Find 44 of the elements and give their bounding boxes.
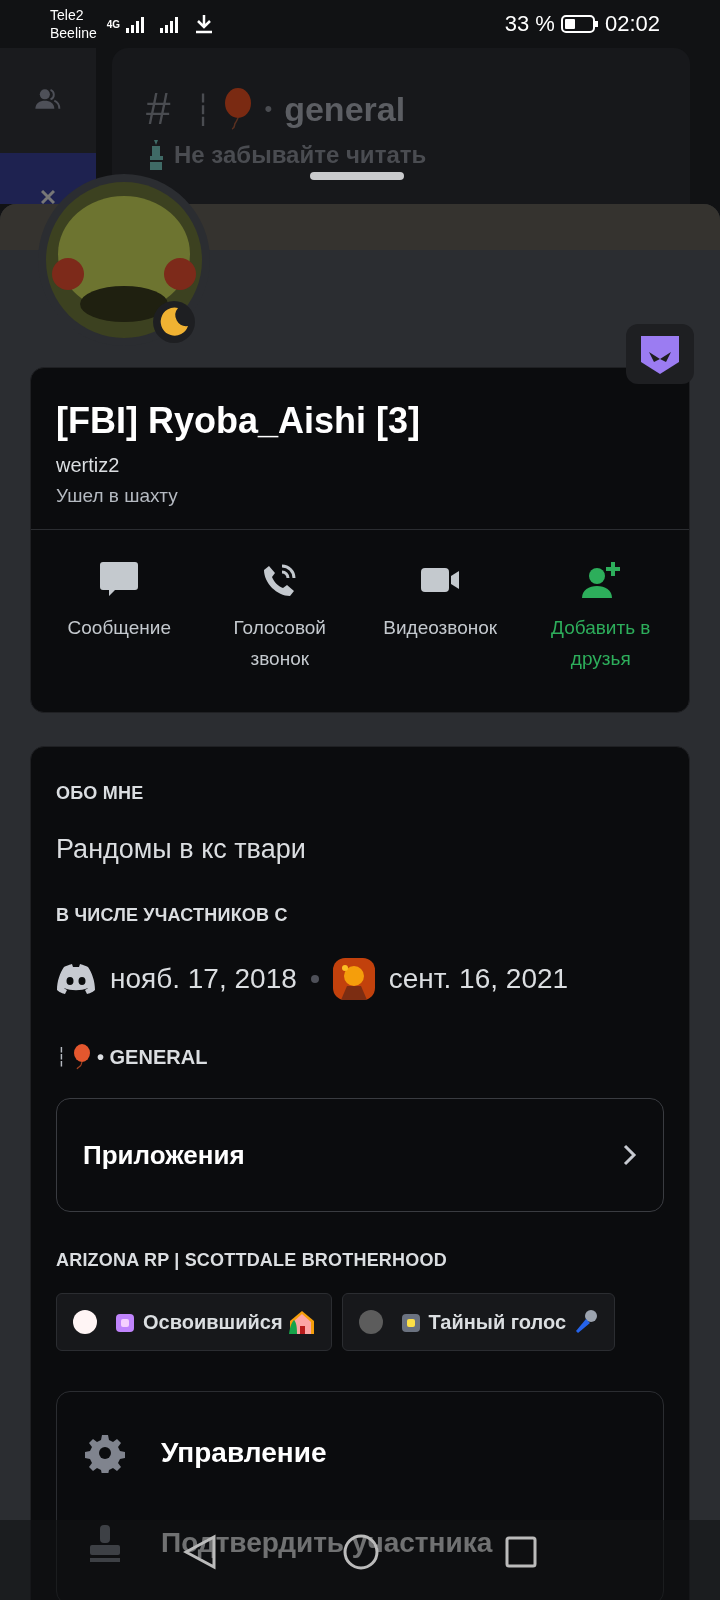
- balloon-icon: [73, 1044, 91, 1070]
- display-name: [FBI] Ryoba_Aishi [3]: [56, 400, 422, 442]
- custom-status: Ушел в шахту: [56, 485, 179, 507]
- menu-item[interactable]: Управление: [85, 1408, 635, 1498]
- channel-dot: •: [264, 96, 273, 122]
- recents-icon[interactable]: [505, 1536, 537, 1568]
- action-button[interactable]: Добавить в друзья: [520, 560, 681, 674]
- action-button[interactable]: Голосовой звонок: [199, 560, 360, 674]
- server-name: ARIZONA RP | SCOTTDALE BROTHERHOOD: [56, 1250, 448, 1271]
- server-icon: [332, 958, 375, 1000]
- channel-divider: ┆: [56, 1046, 67, 1068]
- channel-divider: ┆: [194, 91, 213, 127]
- about-text: Рандомы в кс твари: [56, 834, 307, 865]
- battery-percent: 33 %: [504, 11, 555, 37]
- download-icon: [194, 14, 215, 34]
- server-join-date: сент. 16, 2021: [388, 963, 569, 995]
- balloon-icon: [224, 88, 253, 130]
- drag-handle[interactable]: [310, 172, 404, 180]
- clock: 02:02: [604, 11, 660, 37]
- add-person-icon: [580, 560, 621, 600]
- action-button[interactable]: Сообщение: [39, 560, 200, 674]
- close-icon: [41, 190, 55, 204]
- discord-join-date: нояб. 17, 2018: [110, 963, 297, 995]
- settings-icon: [85, 1433, 125, 1473]
- battery-icon: [560, 14, 599, 34]
- channel-name: general: [284, 89, 406, 129]
- network-type: 4G: [106, 18, 121, 30]
- carrier-name: Beeline: [50, 24, 97, 42]
- nitro-badge-button[interactable]: [626, 324, 694, 384]
- chevron-right-icon: [623, 1144, 637, 1166]
- shield-icon: [639, 334, 681, 374]
- role-name: Тайный голос: [428, 1310, 567, 1334]
- discord-logo-icon: [56, 964, 96, 994]
- action-button[interactable]: Видеозвонок: [360, 560, 521, 674]
- apps-button[interactable]: Приложения: [56, 1098, 664, 1212]
- dot-icon: [310, 975, 319, 983]
- role-name: Освоившийся: [143, 1310, 283, 1334]
- section-heading: В ЧИСЛЕ УЧАСТНИКОВ С: [56, 905, 289, 926]
- username: wertiz2: [56, 454, 121, 477]
- channel-hash: #: [146, 84, 171, 134]
- channel-name: • GENERAL: [97, 1045, 208, 1069]
- carrier-name: Tele2: [50, 6, 85, 24]
- house-icon: [288, 1309, 315, 1335]
- section-heading: ОБО МНЕ: [56, 783, 145, 804]
